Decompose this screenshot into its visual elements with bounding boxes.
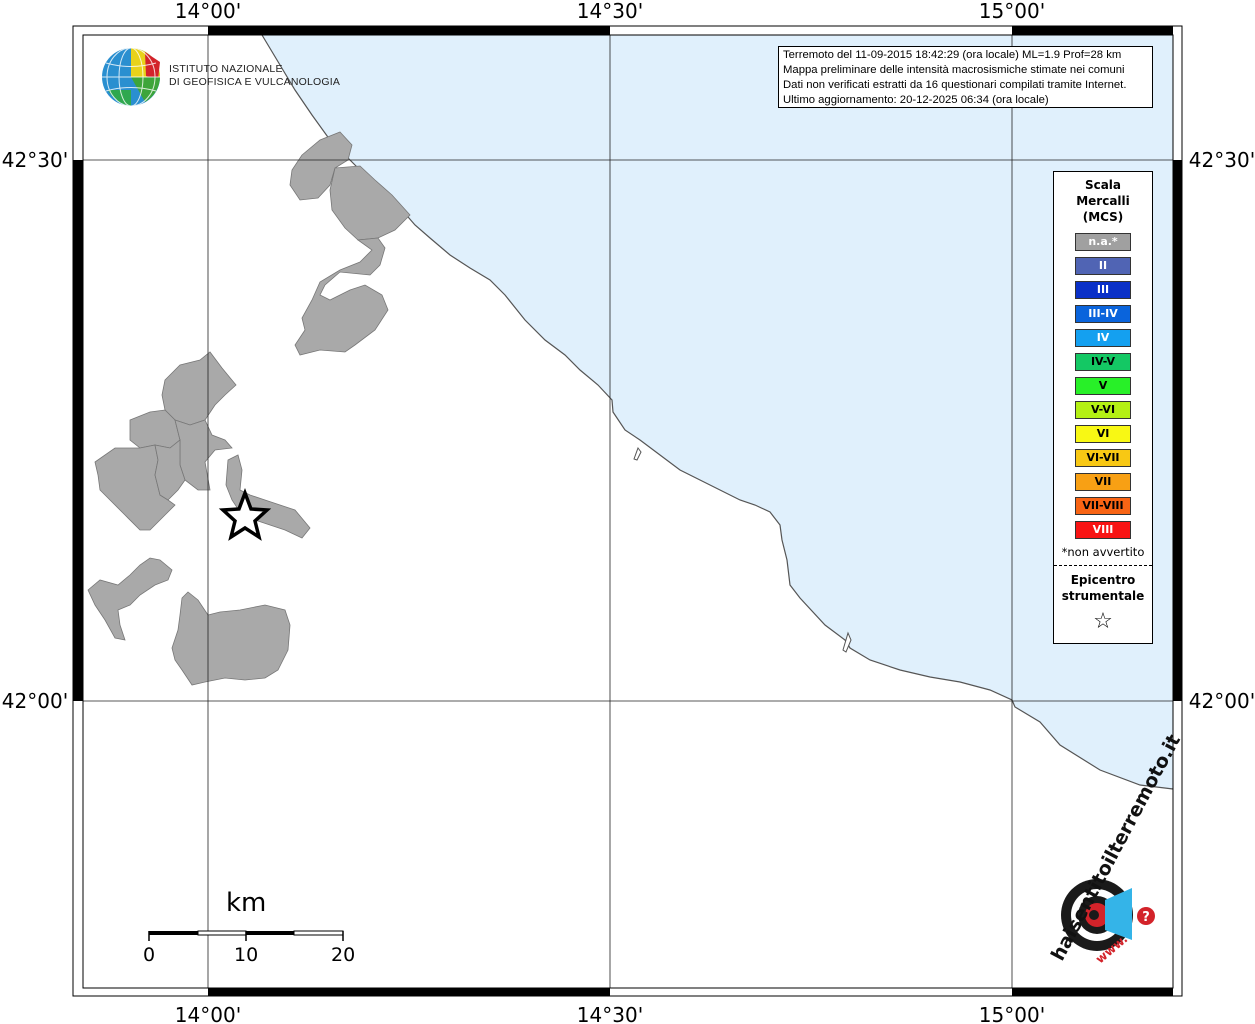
legend-item: III-IV (1075, 305, 1131, 323)
municipality-area (294, 237, 389, 356)
legend-item: V (1075, 377, 1131, 395)
legend-item: IV (1075, 329, 1131, 347)
legend-epicenter-label: Epicentro strumentale (1054, 572, 1152, 604)
legend-item: V-VI (1075, 401, 1131, 419)
municipalities (87, 131, 411, 686)
lon-label-bottom: 15°00' (979, 1003, 1045, 1024)
legend-title-line-3: (MCS) (1082, 210, 1124, 224)
lon-label-top: 15°00' (979, 0, 1045, 23)
scale-tick-label: 20 (331, 944, 356, 966)
legend-item: IV-V (1075, 353, 1131, 371)
lon-label-bottom: 14°30' (577, 1003, 643, 1024)
municipality-area (87, 557, 173, 641)
lon-label-bottom: 14°00' (175, 1003, 241, 1024)
lon-label-top: 14°30' (577, 0, 643, 23)
legend-star-icon: ☆ (1093, 609, 1113, 634)
earthquake-info-box: Terremoto del 11-09-2015 18:42:29 (ora l… (778, 46, 1153, 108)
legend-note: *non avvertito (1061, 545, 1145, 559)
legend-title-line-1: Scala (1084, 178, 1122, 192)
sea-area (262, 35, 1173, 789)
legend-separator (1054, 565, 1152, 566)
lat-label-left: 42°00' (2, 689, 68, 713)
legend-item: VII-VIII (1075, 497, 1131, 515)
legend-item: n.a.* (1075, 233, 1131, 251)
lat-label-right: 42°00' (1189, 689, 1255, 713)
legend-epicenter-line-2: strumentale (1061, 589, 1145, 603)
ingv-line-1: ISTITUTO NAZIONALE (169, 63, 283, 75)
municipality-area (161, 351, 237, 426)
legend-items: n.a.* II III III-IV IV IV-V V V-VI VI VI-VII VII VI… (1054, 233, 1152, 539)
ingv-logo-icon (102, 47, 160, 107)
legend-item: VII (1075, 473, 1131, 491)
hsit-question-mark: ? (1142, 910, 1150, 925)
scale-unit: km (226, 888, 267, 918)
scale-tick-label: 10 (234, 944, 259, 966)
info-line-2: Mappa preliminare delle intensità macros… (783, 64, 1125, 76)
ingv-line-2: DI GEOFISICA E VULCANOLOGIA (169, 76, 341, 88)
ingv-logo-text: ISTITUTO NAZIONALE DI GEOFISICA E VULCAN… (169, 63, 340, 89)
legend-item: II (1075, 257, 1131, 275)
lat-label-left: 42°30' (2, 148, 68, 172)
legend-epicenter-line-1: Epicentro (1070, 573, 1136, 587)
info-line-3: Dati non verificati estratti da 16 quest… (783, 79, 1127, 91)
legend-item: VI-VII (1075, 449, 1131, 467)
scale-tick-label: 0 (143, 944, 156, 966)
municipality-area (171, 591, 291, 686)
legend-title-line-2: Mercalli (1076, 194, 1130, 208)
lat-label-right: 42°30' (1189, 148, 1255, 172)
islet (633, 446, 642, 461)
scale-bar (148, 930, 344, 941)
legend-item: III (1075, 281, 1131, 299)
mcs-legend: Scala Mercalli (MCS) n.a.* II III III-IV IV I… (1053, 171, 1153, 644)
info-line-1: Terremoto del 11-09-2015 18:42:29 (ora l… (783, 49, 1122, 61)
legend-title: Scala Mercalli (MCS) (1054, 177, 1152, 225)
lon-label-top: 14°00' (175, 0, 241, 23)
info-line-4: Ultimo aggiornamento: 20-12-2025 06:34 (… (783, 94, 1049, 106)
legend-item: VI (1075, 425, 1131, 443)
legend-item: VIII (1075, 521, 1131, 539)
